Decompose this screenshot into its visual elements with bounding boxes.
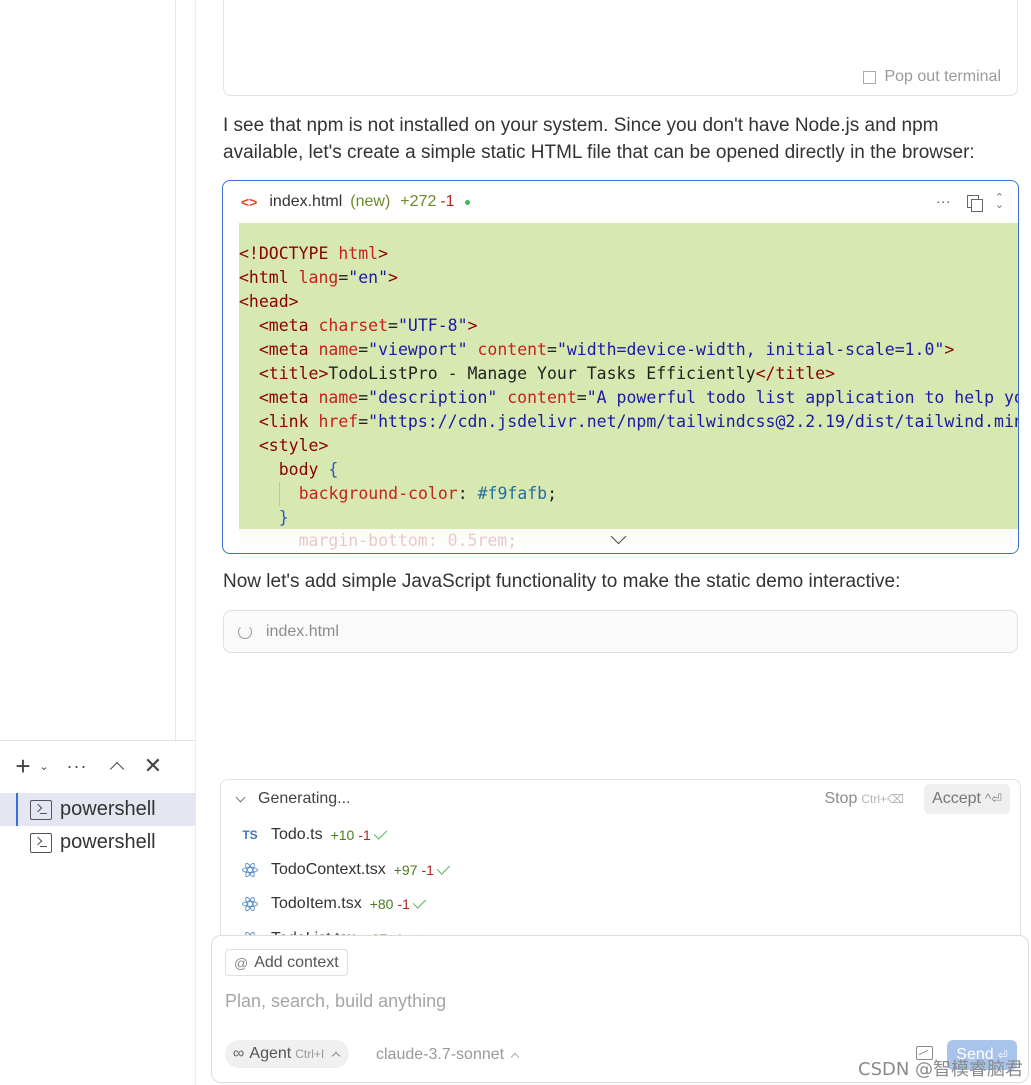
mode-shortcut: Ctrl+I [295,1047,325,1061]
code-card-header[interactable]: <> index.html (new) +272 -1 [223,181,1018,223]
generating-header[interactable]: Generating... Stop Ctrl+⌫ Accept ^⏎ [221,780,1020,818]
terminal-toolbar: + ⌄ ··· ✕ [10,751,174,781]
infinity-icon: ∞ [233,1045,245,1062]
status-dot [464,199,470,205]
more-icon[interactable]: ··· [936,193,951,210]
new-terminal-button[interactable]: + [10,751,36,781]
accept-label: Accept [932,790,981,807]
stop-shortcut: Ctrl+⌫ [861,792,904,806]
lines-added: +272 [400,193,437,210]
file-status: (new) [350,193,391,210]
terminal-icon [30,799,52,820]
external-link-icon [863,70,877,84]
html-file-icon: <> [241,194,258,210]
pane-divider[interactable] [195,0,196,740]
mode-label: Agent [249,1045,292,1062]
code-diff-card: <> index.html (new) +272 -1 ··· ⌃ ⌄ <!DOC… [222,180,1019,554]
code-line: } [278,508,289,527]
file-name: TodoItem.tsx [271,895,362,913]
changed-file-row[interactable]: TodoContext.tsx +97 -1 [221,853,1020,888]
explorer-pane [0,0,196,740]
check-icon [436,861,451,875]
chevron-down-icon[interactable]: ⌄ [36,753,52,779]
code-line: <title>TodoListPro - Manage Your Tasks E… [258,364,836,383]
changed-file-row[interactable]: TS Todo.ts +10 -1 [221,818,1020,853]
lines-added: +80 [369,896,394,913]
assistant-message: Now let's add simple JavaScript function… [223,571,901,592]
model-label: claude-3.7-sonnet [376,1046,505,1063]
lines-removed: -1 [397,896,410,913]
terminal-tab[interactable]: powershell [0,793,196,826]
expand-icon[interactable]: ⌃ ⌄ [995,192,1004,210]
chat-input[interactable] [225,988,925,1014]
lines-removed: -1 [440,193,455,210]
chevron-down-icon [235,792,246,802]
code-filename: index.html [269,193,343,210]
code-line: <html lang="en"> [239,268,398,287]
pane-divider[interactable] [175,0,176,740]
check-icon [412,895,427,909]
code-line: <meta charset="UTF-8"> [258,316,478,335]
copy-icon[interactable] [966,195,983,212]
terminal-tab-label: powershell [60,831,156,853]
stop-label: Stop [824,790,858,807]
generating-label: Generating... [258,790,351,807]
pending-file-card[interactable]: index.html [223,610,1018,653]
maximize-panel-button[interactable] [102,753,132,779]
code-line: <style> [258,436,329,455]
terminal-list: powershell powershell [0,793,196,859]
check-icon [373,826,388,840]
lines-added: +10 [330,827,355,844]
react-icon [242,895,258,913]
terminal-output-card: Pop out terminal [223,0,1018,96]
lines-removed: -1 [358,827,371,844]
at-icon: @ [234,954,249,971]
code-line: background-color: #f9fafb; [239,482,1018,506]
mode-selector[interactable]: ∞ Agent Ctrl+I [225,1040,350,1068]
terminal-icon [30,832,52,853]
more-icon[interactable]: ··· [52,753,102,779]
code-line: <head> [239,292,299,311]
terminal-tab-label: powershell [60,798,156,820]
add-context-button[interactable]: @ Add context [225,949,348,976]
file-name: TodoContext.tsx [271,860,386,878]
code-card-actions: ··· ⌃ ⌄ [936,192,1004,212]
chevron-up-icon [331,1051,341,1061]
code-line: body { [278,460,339,479]
watermark: CSDN @智模睿脑君 [858,1059,1024,1080]
react-icon [242,861,258,879]
code-line: <meta name="description" content="A powe… [258,388,1018,407]
close-panel-button[interactable]: ✕ [132,753,174,779]
assistant-message: I see that npm is not installed on your … [223,115,975,163]
loading-spinner-icon [238,624,252,639]
terminal-panel: + ⌄ ··· ✕ powershell powershell [0,740,196,1085]
chevron-up-icon [109,761,125,777]
lines-added: +97 [393,861,418,878]
code-line: <link href="https://cdn.jsdelivr.net/npm… [258,412,1018,431]
pending-filename: index.html [266,622,339,640]
code-overflow-line: margin-bottom: 0.5rem; [239,529,1018,553]
generating-panel: Generating... Stop Ctrl+⌫ Accept ^⏎ TS Tod… [220,779,1021,949]
code-line: <meta name="viewport" content="width=dev… [258,340,955,359]
accept-button[interactable]: Accept ^⏎ [924,784,1010,814]
terminal-tab[interactable]: powershell [0,826,196,859]
model-selector[interactable]: claude-3.7-sonnet [376,1046,520,1064]
code-line: <!DOCTYPE html> [239,244,389,263]
stop-button[interactable]: Stop Ctrl+⌫ [824,790,904,808]
pop-out-terminal-link[interactable]: Pop out terminal [863,68,1001,86]
accept-shortcut: ^⏎ [985,791,1002,806]
typescript-icon: TS [242,828,258,843]
pop-out-label: Pop out terminal [884,68,1001,85]
file-name: Todo.ts [271,826,323,844]
lines-removed: -1 [421,861,434,878]
add-context-label: Add context [254,953,339,971]
changed-file-row[interactable]: TodoItem.tsx +80 -1 [221,887,1020,922]
chevron-up-icon [510,1052,520,1062]
code-content: <!DOCTYPE html> <html lang="en"> <head> <m… [239,223,1018,529]
